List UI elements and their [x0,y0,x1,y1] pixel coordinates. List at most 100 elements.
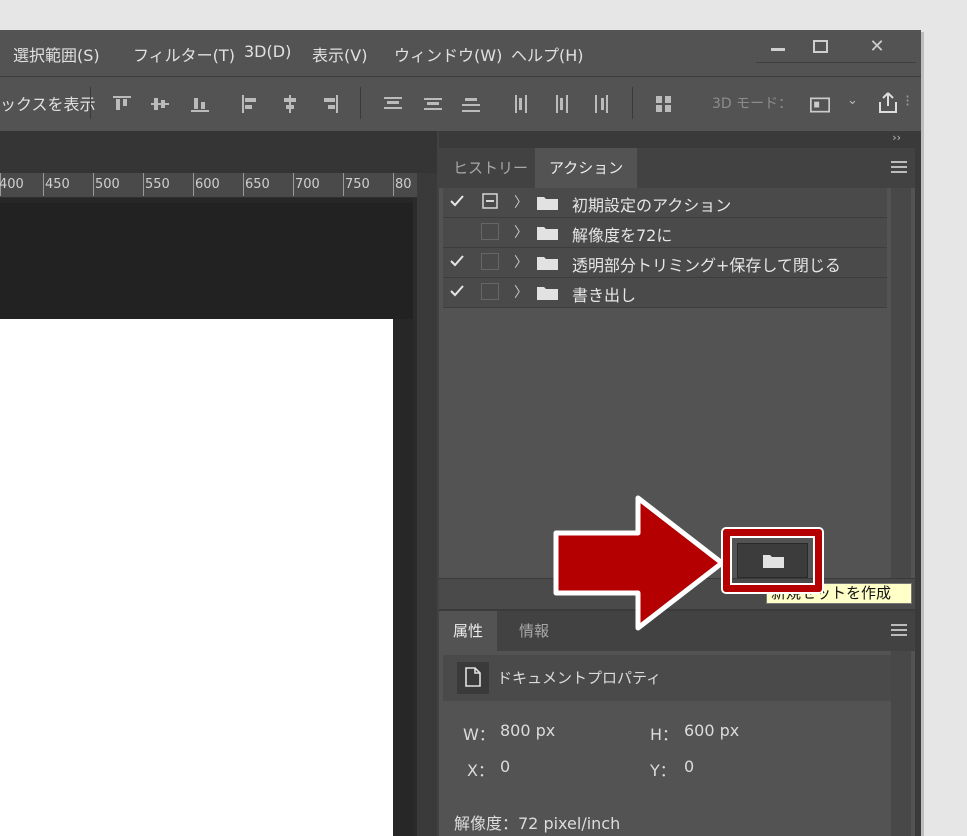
align-hcenter-icon[interactable] [280,94,300,114]
folder-icon [537,227,558,240]
action-set-label: 透明部分トリミング+保存して閉じる [572,256,841,275]
auto-align-icon[interactable] [654,94,674,114]
align-left-icon[interactable] [240,94,260,114]
share-icon[interactable] [876,91,900,115]
expand-chevron-icon[interactable]: 〉 [514,282,528,302]
3d-orbit-icon[interactable] [810,95,830,115]
panel-menu-icon[interactable] [891,623,907,637]
menu-select[interactable]: 選択範囲(S) [13,42,100,66]
distribute-top-icon[interactable] [383,94,403,114]
ruler-tick: 80 [395,177,412,192]
distribute-left-icon[interactable] [512,94,532,114]
distribute-right-icon[interactable] [591,94,611,114]
x-label: X： [467,761,494,780]
action-set-row[interactable]: 〉 書き出し [443,278,887,308]
document-vertical-scrollbar[interactable] [417,173,437,836]
align-right-icon[interactable] [320,94,340,114]
dialog-toggle-box[interactable] [481,253,499,270]
3d-mode-label: 3D モード： [712,96,793,112]
action-set-label: 解像度を72に [572,226,673,245]
document-icon-box [457,662,489,694]
menu-window[interactable]: ウィンドウ(W) [394,42,502,66]
width-value: 800 px [500,721,556,740]
properties-scrollbar[interactable] [891,651,911,836]
ruler-mark [393,173,394,196]
pasteboard [0,203,413,319]
document-properties-header: ドキュメントプロパティ [443,655,911,701]
action-set-label: 初期設定のアクション [572,196,732,215]
document-properties-label: ドキュメントプロパティ [497,669,662,687]
checkmark-icon[interactable] [449,253,465,269]
expand-chevron-icon[interactable]: 〉 [514,252,528,272]
panel-collapse-strip[interactable]: ›› [439,131,915,147]
panel-menu-icon[interactable] [891,160,907,174]
dialog-toggle-icon[interactable] [481,193,499,210]
ruler-tick: 450 [45,177,70,192]
dialog-toggle-box[interactable] [481,283,499,300]
horizontal-ruler: 400 450 500 550 600 650 700 750 80 [0,173,417,198]
menu-bar: 選択範囲(S) フィルター(T) 3D(D) 表示(V) ウィンドウ(W) ヘル… [0,30,921,76]
distribute-vcenter-icon[interactable] [423,94,443,114]
collapse-panels-icon[interactable]: ›› [892,131,915,144]
action-set-label: 書き出し [572,286,637,305]
ruler-mark [343,173,344,196]
height-value: 600 px [684,721,740,740]
dialog-toggle-box[interactable] [481,223,499,240]
right-panel-column: ›› ヒストリー アクション 〉 初期設定のアクション 〉 解像度を72に 〉 … [439,131,921,836]
properties-panel: 属性 情報 ドキュメントプロパティ W： 800 px H： 600 px X：… [439,611,915,836]
window-controls-divider [756,62,916,63]
menu-help[interactable]: ヘルプ(H) [511,42,584,66]
highlight-box [723,529,822,592]
ruler-tick: 500 [95,177,120,192]
align-top-icon[interactable] [112,94,132,114]
separator [360,87,361,119]
ruler-tick: 750 [345,177,370,192]
expand-chevron-icon[interactable]: 〉 [514,192,528,212]
align-bottom-icon[interactable] [190,94,210,114]
annotation-arrow-icon [553,495,725,631]
separator [90,87,91,119]
maximize-button[interactable] [800,30,840,62]
ruler-tick: 700 [295,177,320,192]
close-button[interactable]: ✕ [856,30,898,62]
width-label: W： [463,725,495,744]
checkmark-icon[interactable] [449,193,465,209]
more-icon[interactable]: ⁝ [905,91,910,110]
document-canvas[interactable] [0,319,393,836]
ruler-mark [243,173,244,196]
ruler-tick: 400 [0,177,24,192]
distribute-bottom-icon[interactable] [461,94,481,114]
minimize-icon [771,47,785,51]
folder-icon [537,257,558,270]
document-icon [465,667,481,687]
ruler-mark [293,173,294,196]
action-set-row[interactable]: 〉 初期設定のアクション [443,188,887,218]
ruler-mark [143,173,144,196]
menu-3d[interactable]: 3D(D) [244,42,291,61]
y-value: 0 [684,757,695,776]
action-set-row[interactable]: 〉 解像度を72に [443,218,887,248]
show-transform-controls-label[interactable]: ックスを表示 [0,91,96,115]
resolution-value: 解像度：72 pixel/inch [454,814,621,833]
tab-actions[interactable]: アクション [535,148,638,188]
checkmark-icon[interactable] [449,283,465,299]
actions-scrollbar[interactable] [891,188,911,578]
distribute-hcenter-icon[interactable] [552,94,572,114]
tab-history[interactable]: ヒストリー [439,148,542,188]
photoshop-window: 選択範囲(S) フィルター(T) 3D(D) 表示(V) ウィンドウ(W) ヘル… [0,30,921,836]
document-area: 400 450 500 550 600 650 700 750 80 [0,131,437,836]
action-set-row[interactable]: 〉 透明部分トリミング+保存して閉じる [443,248,887,278]
folder-icon [537,287,558,300]
expand-chevron-icon[interactable]: 〉 [514,222,528,242]
document-tab-strip [0,131,437,173]
align-vcenter-icon[interactable] [150,94,170,114]
separator [632,87,633,119]
minimize-button[interactable] [758,30,798,62]
ruler-tick: 650 [245,177,270,192]
chevron-down-icon[interactable]: ⌄ [847,93,858,108]
menu-filter[interactable]: フィルター(T) [133,42,235,66]
menu-view[interactable]: 表示(V) [312,42,367,66]
ruler-tick: 550 [145,177,170,192]
ruler-tick: 600 [195,177,220,192]
tab-properties[interactable]: 属性 [439,611,498,651]
